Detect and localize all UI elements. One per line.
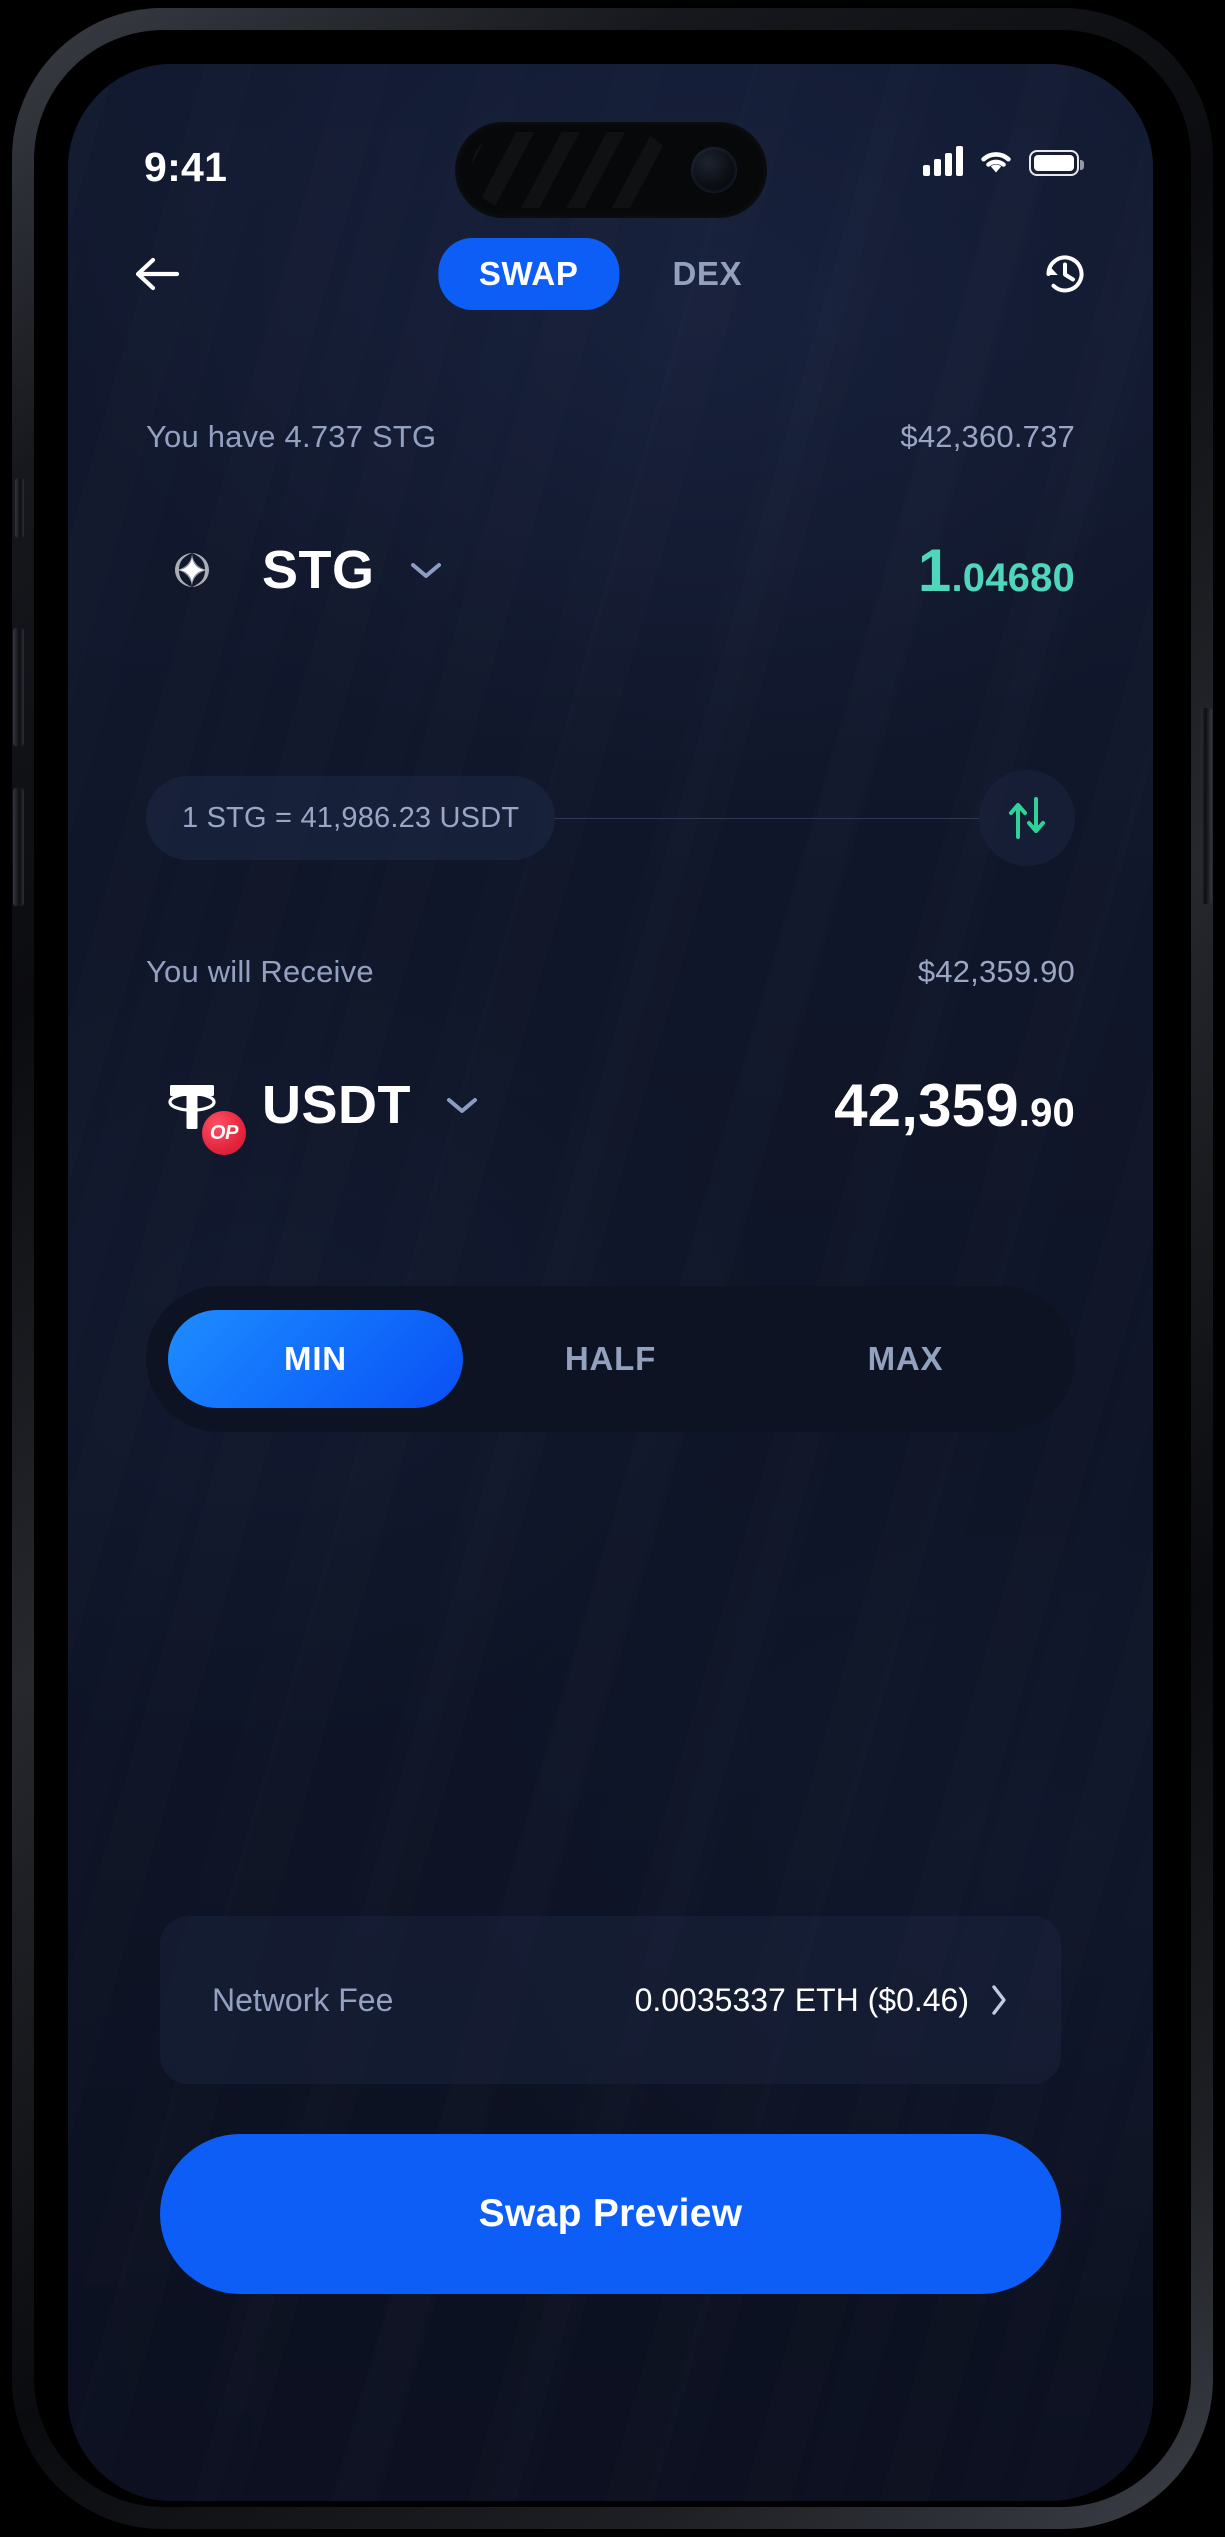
swap-direction-icon (1004, 793, 1050, 843)
pay-token-row: STG 1.04680 (146, 524, 1075, 616)
chevron-down-icon (407, 558, 445, 582)
tether-usdt-icon: OP (146, 1059, 246, 1155)
volume-up-button[interactable] (13, 628, 24, 746)
status-bar-icons (923, 146, 1084, 176)
mute-switch[interactable] (15, 478, 24, 538)
pay-fiat-value: $42,360.737 (900, 419, 1075, 454)
receive-label: You will Receive (146, 954, 374, 989)
network-badge-label: OP (209, 1121, 239, 1144)
network-fee-value: 0.0035337 ETH ($0.46) (634, 1981, 969, 2018)
chevron-right-icon (989, 1983, 1009, 2017)
rate-connector-line (555, 817, 979, 819)
pay-balance-row: You have 4.737 STG $42,360.737 (146, 419, 1075, 455)
swap-screen: SWAP DEX You have 4.737 STG $42,360.737 … (68, 64, 1153, 2501)
optimism-network-badge: OP (202, 1111, 246, 1155)
network-fee-card[interactable]: Network Fee 0.0035337 ETH ($0.46) (160, 1916, 1061, 2084)
chevron-down-icon (443, 1093, 481, 1117)
history-button[interactable] (1033, 242, 1097, 306)
status-bar-time: 9:41 (144, 144, 228, 190)
phone-bezel: 9:41 SWAP DEX You have 4.737 STG $42,360… (34, 30, 1191, 2507)
tab-dex[interactable]: DEX (631, 238, 783, 310)
back-arrow-icon (133, 255, 179, 293)
percent-option-max[interactable]: MAX (758, 1310, 1053, 1408)
receive-amount-integer: 42,359 (834, 1071, 1019, 1139)
wifi-icon (978, 148, 1014, 176)
back-button[interactable] (124, 242, 188, 306)
power-button[interactable] (1201, 708, 1212, 904)
mode-segmented-control: SWAP DEX (437, 238, 783, 310)
swap-preview-button[interactable]: Swap Preview (160, 2134, 1061, 2294)
stargate-stg-icon (146, 524, 238, 616)
island-sheen (470, 132, 671, 208)
phone-frame: 9:41 SWAP DEX You have 4.737 STG $42,360… (12, 8, 1213, 2529)
pay-token-selector[interactable]: STG (146, 524, 445, 616)
receive-token-selector[interactable]: OP USDT (146, 1059, 481, 1155)
pay-amount[interactable]: 1.04680 (918, 536, 1075, 605)
battery-icon (1029, 150, 1084, 176)
receive-amount-fraction: .90 (1018, 1090, 1075, 1135)
percent-option-min[interactable]: MIN (168, 1310, 463, 1408)
pay-balance-label: You have 4.737 STG (146, 419, 437, 454)
phone-screen: 9:41 SWAP DEX You have 4.737 STG $42,360… (68, 64, 1153, 2501)
receive-fiat-value: $42,359.90 (917, 954, 1075, 989)
network-fee-value-group: 0.0035337 ETH ($0.46) (635, 1982, 1009, 2019)
exchange-rate-row: 1 STG = 41,986.23 USDT (146, 770, 1075, 866)
volume-down-button[interactable] (13, 788, 24, 906)
exchange-rate-pill: 1 STG = 41,986.23 USDT (146, 776, 556, 860)
navigation-bar: SWAP DEX (68, 232, 1153, 316)
receive-token-row: OP USDT 42,359.90 (146, 1059, 1075, 1155)
cellular-signal-icon (923, 146, 963, 176)
swap-direction-button[interactable] (979, 770, 1075, 866)
receive-token-symbol: USDT (262, 1075, 411, 1135)
receive-label-row: You will Receive $42,359.90 (146, 954, 1075, 990)
pay-amount-integer: 1 (917, 536, 952, 604)
tab-swap[interactable]: SWAP (437, 238, 620, 310)
history-clock-icon (1039, 248, 1091, 300)
receive-amount[interactable]: 42,359.90 (834, 1071, 1075, 1140)
pay-token-symbol: STG (262, 540, 375, 600)
percent-selector: MIN HALF MAX (146, 1286, 1075, 1432)
pay-amount-fraction: .04680 (951, 555, 1075, 600)
dynamic-island (454, 122, 767, 218)
percent-option-half[interactable]: HALF (463, 1310, 758, 1408)
network-fee-label: Network Fee (212, 1981, 394, 2018)
